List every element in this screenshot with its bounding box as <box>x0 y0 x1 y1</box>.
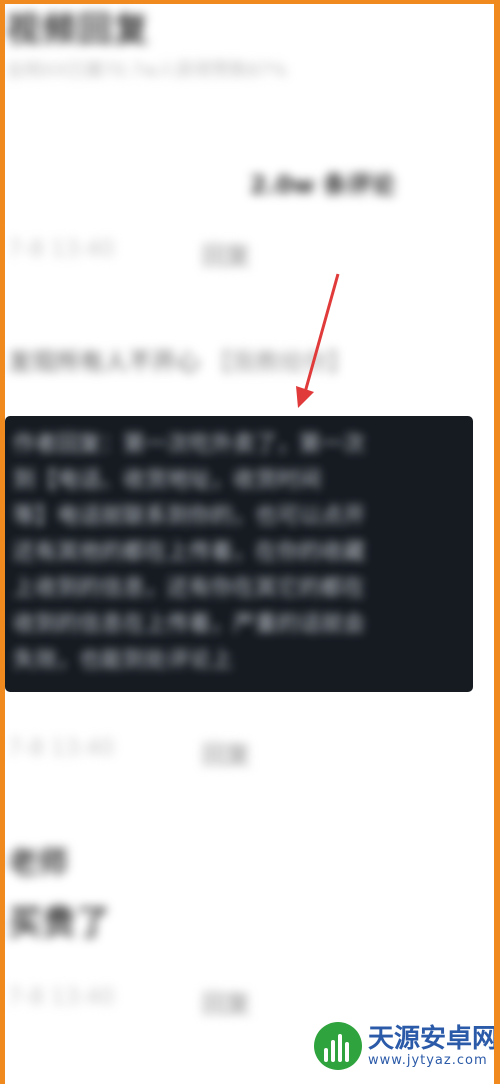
highlighted-line: 等】电话就联系到你的，也可以点开 <box>13 504 366 529</box>
comment-timestamp: 7-8 13:40 <box>8 736 115 761</box>
watermark-name: 天源安卓网 <box>368 1023 499 1054</box>
watermark: 天源安卓网 www.jytyaz.com <box>314 1022 498 1070</box>
red-arrow-annotation <box>296 273 340 408</box>
highlighted-line: 失效，也能到处评论上 <box>13 648 234 673</box>
highlighted-comment[interactable]: 作者回复：第一次吃外卖了，第一次 到【电话、收货地址，收货时间 等】电话就联系到… <box>5 416 473 692</box>
reply-button[interactable]: 回复 <box>202 984 250 1019</box>
comments-count[interactable]: 2.0w 条评论 <box>250 165 395 200</box>
reply-button[interactable]: 回复 <box>202 735 250 770</box>
comment-text: 买贵了 <box>8 903 110 943</box>
highlighted-line: 上收到的信息，还有你在其它的都在 <box>13 576 366 601</box>
highlighted-line: 到【电话、收货地址，收货时间 <box>13 468 322 493</box>
highlighted-line: 作者回复：第一次吃外卖了，第一次 <box>13 432 366 457</box>
android-logo-icon <box>314 1022 362 1070</box>
comment-text-main: 发现所有人不开心 <box>8 348 200 376</box>
comment-timestamp: 7-8 13:40 <box>8 237 115 262</box>
highlighted-line: 还有其他的都在上传着，在你的收藏 <box>13 540 366 565</box>
reply-button[interactable]: 回复 <box>202 236 250 271</box>
comment-author[interactable]: 老师 <box>8 838 68 882</box>
page-title: 视频回复 <box>6 10 150 50</box>
page-subtitle: 全网XX已播70.7w人获得赞数87% <box>6 60 288 81</box>
highlighted-line: 收到的信息在上传着，严重的话就会 <box>13 612 366 637</box>
watermark-url: www.jytyaz.com <box>368 1052 488 1068</box>
comment-timestamp: 7-8 13:40 <box>8 985 115 1010</box>
